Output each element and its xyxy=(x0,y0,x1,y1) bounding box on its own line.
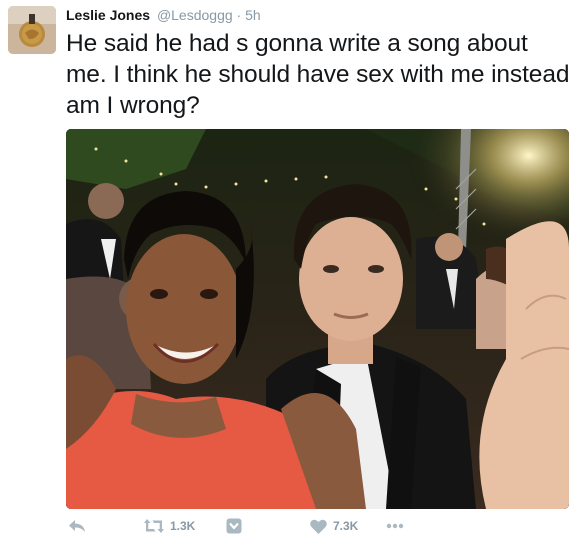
reply-button[interactable] xyxy=(68,516,86,536)
tweet-header: Leslie Jones @Lesdoggg · 5h xyxy=(66,6,261,24)
header-separator: · xyxy=(236,7,242,23)
more-icon xyxy=(386,523,404,529)
reply-icon xyxy=(69,520,85,532)
tweet-actions: 1.3K 7.3K xyxy=(66,516,572,536)
author-username[interactable]: @Lesdoggg xyxy=(157,7,233,23)
retweet-count: 1.3K xyxy=(170,519,196,533)
avatar-image xyxy=(8,6,56,54)
retweet-icon xyxy=(144,519,164,533)
tweet-photo[interactable] xyxy=(66,129,569,509)
retweet-button[interactable]: 1.3K xyxy=(144,516,195,536)
like-button[interactable]: 7.3K xyxy=(310,516,358,536)
tweet-timestamp[interactable]: 5h xyxy=(245,7,261,23)
selfie-photo xyxy=(66,129,569,509)
moment-button[interactable] xyxy=(226,516,242,536)
more-button[interactable] xyxy=(386,516,404,536)
tweet-text: He said he had s gonna write a song abou… xyxy=(66,30,570,119)
heart-icon xyxy=(310,519,327,534)
author-avatar[interactable] xyxy=(8,6,56,54)
moment-icon xyxy=(226,518,242,534)
tweet: Leslie Jones @Lesdoggg · 5h He said he h… xyxy=(0,0,580,537)
author-display-name[interactable]: Leslie Jones xyxy=(66,7,150,23)
like-count: 7.3K xyxy=(333,519,359,533)
